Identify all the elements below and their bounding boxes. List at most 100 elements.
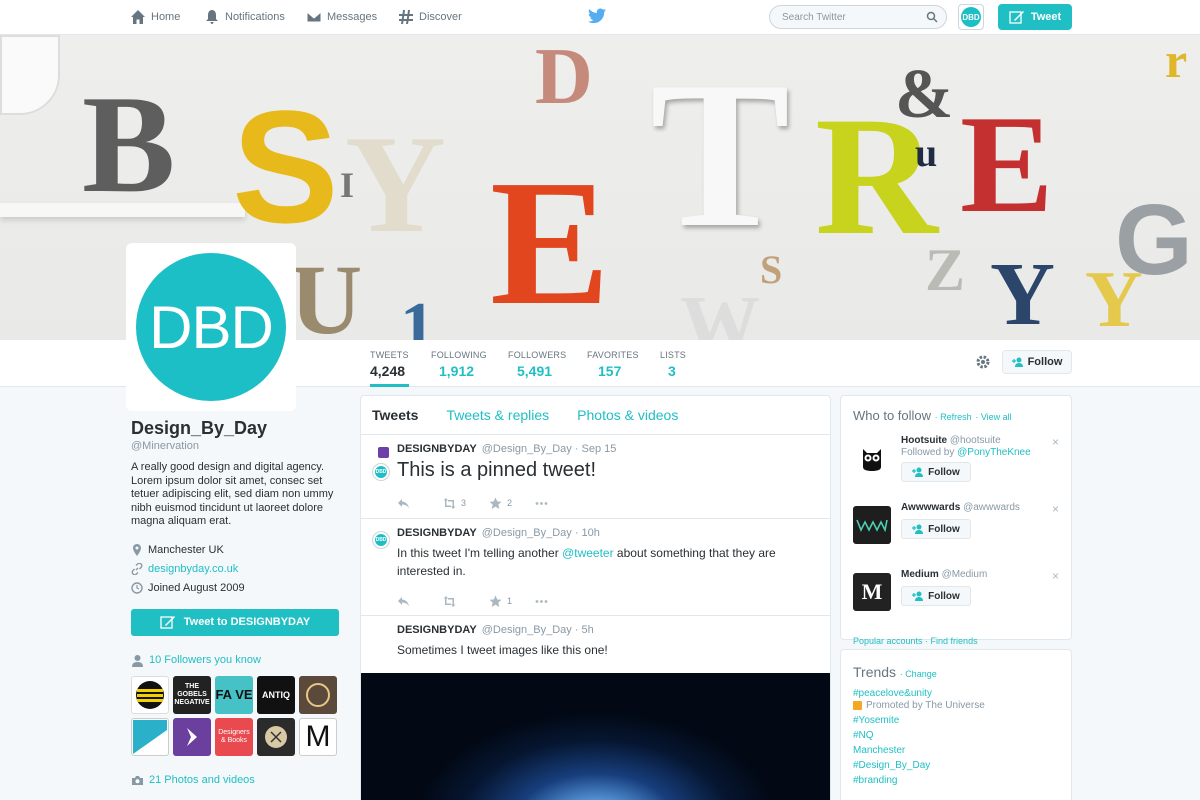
circle-logo-icon	[265, 725, 287, 748]
stat-lists[interactable]: LISTS 3	[660, 350, 686, 379]
tweet-text: This is a pinned tweet!	[397, 459, 596, 481]
reply-icon	[398, 596, 409, 606]
tweet-image[interactable]	[361, 673, 830, 800]
stat-following[interactable]: FOLLOWING 1,912	[431, 350, 487, 379]
tab-tweets-replies[interactable]: Tweets & replies	[446, 407, 549, 423]
profile-avatar-card[interactable]: DBD	[126, 243, 296, 411]
tweet-item[interactable]: DBD DESIGNBYDAY @Design_By_Day · Sep 15 …	[361, 435, 830, 519]
nav-notifications[interactable]: Notifications	[204, 9, 285, 25]
trend-item[interactable]: #peacelove&unity	[853, 688, 1059, 699]
photos-videos-link[interactable]: 21 Photos and videos	[131, 774, 341, 787]
profile-handle[interactable]: @Minervation	[131, 440, 341, 452]
reply-button[interactable]	[397, 595, 443, 608]
home-icon	[131, 10, 145, 24]
search-input[interactable]: Search Twitter	[769, 5, 947, 29]
account-avatar[interactable]: DBD	[958, 4, 984, 30]
profile-sidebar: Design_By_Day @Minervation A really good…	[131, 418, 341, 787]
trend-item[interactable]: Manchester	[853, 745, 1059, 756]
stat-tweets[interactable]: TWEETS 4,248	[370, 350, 409, 387]
tab-tweets[interactable]: Tweets	[372, 407, 418, 423]
quill-icon	[1009, 11, 1024, 24]
tweet-header: DESIGNBYDAY @Design_By_Day · Sep 15	[397, 443, 617, 455]
retweet-button[interactable]	[443, 595, 489, 608]
who-to-follow-title: Who to follow · Refresh · View all	[853, 408, 1012, 423]
popular-accounts-link[interactable]: Popular accounts	[853, 636, 923, 646]
trend-item[interactable]: #Yosemite	[853, 715, 1059, 726]
follower-avatar[interactable]: M	[299, 717, 337, 756]
banner-letter: W	[680, 281, 760, 340]
follower-avatar[interactable]	[173, 717, 211, 756]
nav-messages[interactable]: Messages	[306, 9, 377, 25]
profile-location: Manchester UK	[131, 541, 341, 560]
link-icon	[131, 563, 143, 575]
follow-button[interactable]: Follow	[901, 462, 971, 482]
follow-button[interactable]: Follow	[1002, 350, 1072, 374]
follower-avatar[interactable]: THE GOBELS NEGATIVE	[173, 675, 211, 714]
top-navigation: Home Notifications Messages Discover Sea…	[0, 0, 1200, 35]
user-icon	[132, 654, 143, 667]
follow-button[interactable]: Follow	[901, 586, 971, 606]
trend-item[interactable]: #branding	[853, 775, 1059, 786]
more-button[interactable]	[535, 497, 581, 510]
diagonal-logo-icon	[133, 719, 167, 754]
profile-website[interactable]: designbyday.co.uk	[131, 560, 341, 579]
suggestion-avatar[interactable]	[853, 506, 891, 544]
stat-followers[interactable]: FOLLOWERS 5,491	[508, 350, 566, 379]
suggestion-item: M Medium @Medium Follow ×	[853, 569, 1059, 624]
trend-item[interactable]: #Design_By_Day	[853, 760, 1059, 771]
banner-letter: Y	[990, 245, 1055, 340]
follower-avatar[interactable]: FA VE	[215, 675, 253, 714]
search-icon[interactable]	[926, 11, 938, 23]
change-trends-link[interactable]: Change	[905, 669, 937, 679]
followers-you-know-link[interactable]: 10 Followers you know	[131, 654, 341, 667]
follower-avatar[interactable]: ANTIQ	[257, 675, 295, 714]
tweet-to-button[interactable]: Tweet to DESIGNBYDAY	[131, 608, 339, 636]
mention-link[interactable]: @tweeter	[562, 546, 614, 560]
profile-name[interactable]: Design_By_Day	[131, 418, 341, 439]
arrow-logo-icon	[187, 727, 197, 746]
find-friends-link[interactable]: Find friends	[931, 636, 978, 646]
dismiss-icon[interactable]: ×	[1052, 502, 1059, 516]
follower-avatar[interactable]	[257, 717, 295, 756]
stat-favorites[interactable]: FAVORITES 157	[587, 350, 639, 379]
follower-avatar[interactable]	[131, 675, 169, 714]
follower-avatar[interactable]	[299, 675, 337, 714]
banner-letter: 1	[400, 289, 435, 341]
follower-avatar[interactable]	[131, 717, 169, 756]
add-user-icon	[912, 591, 924, 601]
banner-letter: T	[650, 39, 791, 271]
dismiss-icon[interactable]: ×	[1052, 435, 1059, 449]
tweet-avatar[interactable]: DBD	[373, 464, 389, 480]
follow-button[interactable]: Follow	[901, 519, 971, 539]
favorite-button[interactable]: 2	[489, 497, 535, 510]
reply-button[interactable]	[397, 497, 443, 510]
tweet-header: DESIGNBYDAY @Design_By_Day · 5h	[397, 624, 594, 636]
tweet-item[interactable]: DESIGNBYDAY @Design_By_Day · 5h Sometime…	[361, 616, 830, 676]
suggestion-avatar[interactable]: M	[853, 573, 891, 611]
tab-photos-videos[interactable]: Photos & videos	[577, 407, 678, 423]
gear-icon[interactable]	[975, 354, 991, 370]
banner-letter: Y	[1085, 256, 1143, 340]
dismiss-icon[interactable]: ×	[1052, 569, 1059, 583]
nav-discover[interactable]: Discover	[398, 9, 462, 25]
favorite-button[interactable]: 1	[489, 595, 535, 608]
tweet-avatar[interactable]: DBD	[373, 532, 389, 548]
retweet-button[interactable]: 3	[443, 497, 489, 510]
twitter-bird-icon[interactable]	[588, 8, 606, 24]
tweet-item[interactable]: DBD DESIGNBYDAY @Design_By_Day · 10h In …	[361, 519, 830, 616]
compose-tweet-button[interactable]: Tweet	[998, 4, 1072, 30]
envelope-icon	[306, 11, 322, 23]
follower-avatar[interactable]: Designers & Books	[215, 717, 253, 756]
view-all-link[interactable]: View all	[981, 412, 1012, 422]
banner-letter: Z	[925, 237, 966, 303]
tweet-header: DESIGNBYDAY @Design_By_Day · 10h	[397, 527, 600, 539]
banner-letter: r	[1165, 35, 1188, 88]
suggestion-avatar[interactable]	[853, 439, 891, 477]
nav-home[interactable]: Home	[130, 9, 180, 25]
add-user-icon	[1011, 357, 1023, 367]
trend-item[interactable]: #NQ	[853, 730, 1059, 741]
refresh-link[interactable]: Refresh	[940, 412, 972, 422]
banner-letter: I	[340, 165, 355, 205]
more-button[interactable]	[535, 595, 581, 608]
more-icon	[535, 599, 548, 603]
